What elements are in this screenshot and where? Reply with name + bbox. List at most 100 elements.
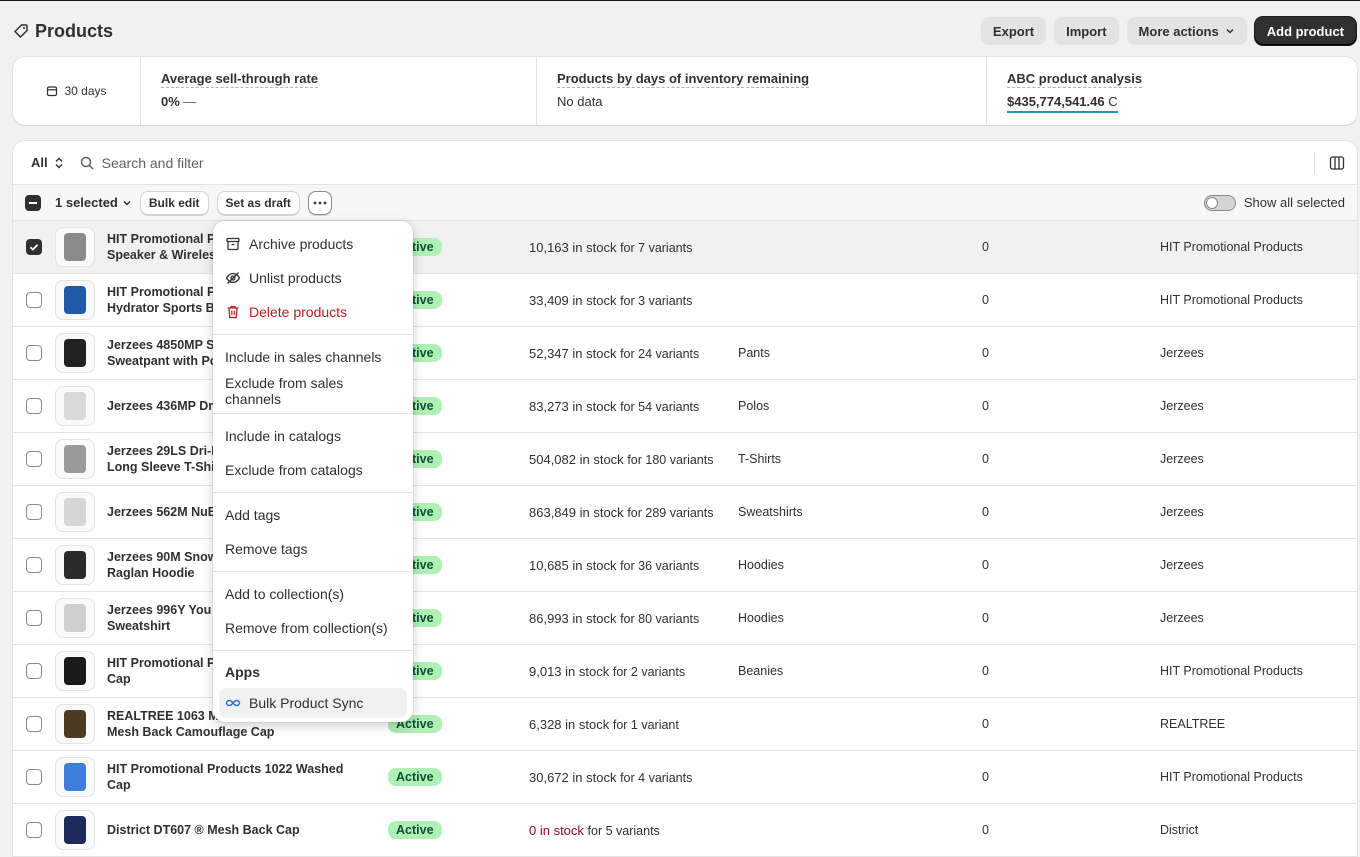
product-thumbnail[interactable] [55,227,95,267]
product-type: Sweatshirts [738,505,803,519]
abc-analysis-metric[interactable]: ABC product analysis $435,774,541.46 C [987,57,1357,125]
unlist-products-item[interactable]: Unlist products [219,261,407,295]
remove-from-collection-item[interactable]: Remove from collection(s) [219,611,407,645]
archive-products-item[interactable]: Archive products [219,227,407,261]
period-selector[interactable]: 30 days [13,57,141,125]
selected-count-dropdown[interactable]: 1 selected [55,195,132,210]
vendor: HIT Promotional Products [1160,664,1303,678]
more-actions-button[interactable]: More actions [1126,17,1247,45]
row-checkbox[interactable] [26,610,42,626]
vendor: Jerzees [1160,399,1204,413]
row-checkbox[interactable] [26,398,42,414]
inventory-cell: 33,409 in stock for 3 variants [529,292,693,308]
product-thumbnail[interactable] [55,810,95,850]
inventory-cell: 9,013 in stock for 2 variants [529,663,686,679]
product-name[interactable]: District DT607 ® Mesh Back Cap [107,822,367,838]
product-thumbnail[interactable] [55,598,95,638]
days-inventory-value: No data [557,94,603,109]
delete-products-item[interactable]: Delete products [219,295,407,329]
status-badge: Active [388,821,442,839]
inventory-cell: 504,082 in stock for 180 variants [529,451,714,467]
product-thumbnail[interactable] [55,333,95,373]
bulk-edit-button[interactable]: Bulk edit [139,190,209,215]
delete-products-label: Delete products [249,304,348,320]
sort-arrows-icon [55,157,63,168]
tag-icon [14,24,28,38]
row-checkbox[interactable] [26,822,42,838]
product-type: Beanies [738,664,784,678]
columns-button[interactable] [1314,151,1345,174]
product-thumbnail[interactable] [55,386,95,426]
columns-icon [1329,155,1345,170]
row-checkbox[interactable] [26,769,42,785]
row-checkbox[interactable] [26,663,42,679]
abc-label: ABC product analysis [1007,71,1143,88]
chevron-down-icon [123,200,131,206]
add-to-collection-item[interactable]: Add to collection(s) [219,577,407,611]
bulk-product-sync-item[interactable]: Bulk Product Sync [219,688,407,718]
search-placeholder: Search and filter [101,154,204,171]
view-tab-label: All [31,155,48,170]
product-thumbnail[interactable] [55,280,95,320]
product-thumbnail[interactable] [55,439,95,479]
inventory-cell: 0 in stock for 5 variants [529,822,660,838]
select-all-checkbox[interactable] [25,194,41,211]
toggle-switch[interactable] [1203,194,1236,211]
sales-channels-count: 0 [982,823,989,837]
vendor: District [1160,823,1199,837]
exclude-catalogs-item[interactable]: Exclude from catalogs [219,453,407,487]
archive-icon [226,237,240,251]
vendor: Jerzees [1160,346,1204,360]
inventory-cell: 10,685 in stock for 36 variants [529,557,700,573]
product-thumbnail[interactable] [55,704,95,744]
product-thumbnail[interactable] [55,757,95,797]
show-all-selected-toggle[interactable]: Show all selected [1203,194,1345,211]
row-checkbox[interactable] [26,239,42,255]
sales-channels-count: 0 [982,558,989,572]
row-checkbox[interactable] [26,451,42,467]
analytics-bar: 30 days Average sell-through rate 0% — P… [13,57,1357,125]
inventory-cell: 86,993 in stock for 80 variants [529,610,700,626]
sales-channels-count: 0 [982,293,989,307]
exclude-sales-channels-item[interactable]: Exclude from sales channels [219,374,407,408]
row-checkbox[interactable] [26,292,42,308]
inventory-cell: 52,347 in stock for 24 variants [529,345,700,361]
menu-divider [213,492,413,493]
table-row[interactable]: District DT607 ® Mesh Back Cap Active 0 in… [13,804,1357,857]
view-selector[interactable]: All [25,151,70,174]
sales-channels-count: 0 [982,664,989,678]
remove-tags-item[interactable]: Remove tags [219,532,407,566]
product-thumbnail[interactable] [55,651,95,691]
menu-divider [213,413,413,414]
vendor: Jerzees [1160,558,1204,572]
eye-off-icon [225,272,241,284]
add-tags-item[interactable]: Add tags [219,498,407,532]
sell-through-trend: — [183,94,197,109]
row-checkbox[interactable] [26,557,42,573]
product-thumbnail[interactable] [55,492,95,532]
add-product-button[interactable]: Add product [1254,17,1356,45]
sell-through-metric[interactable]: Average sell-through rate 0% — [141,57,537,125]
include-sales-channels-item[interactable]: Include in sales channels [219,340,407,374]
vendor: Jerzees [1160,505,1204,519]
row-checkbox[interactable] [26,504,42,520]
row-checkbox[interactable] [26,345,42,361]
more-bulk-actions-button[interactable] [307,190,332,215]
sales-channels-count: 0 [982,240,989,254]
set-draft-button[interactable]: Set as draft [216,190,300,215]
calendar-icon [47,86,58,97]
table-row[interactable]: HIT Promotional Products 1022 Washed Cap… [13,751,1357,804]
product-name[interactable]: HIT Promotional Products 1022 Washed Cap [107,761,367,793]
row-checkbox[interactable] [26,716,42,732]
search-filter[interactable]: Search and filter [80,155,204,171]
vendor: HIT Promotional Products [1160,293,1303,307]
export-button[interactable]: Export [980,17,1047,45]
sell-through-value: 0% [161,94,180,109]
days-inventory-metric[interactable]: Products by days of inventory remaining … [537,57,987,125]
product-thumbnail[interactable] [55,545,95,585]
sell-through-label: Average sell-through rate [161,71,319,88]
import-button[interactable]: Import [1054,17,1119,45]
sales-channels-count: 0 [982,399,989,413]
bulk-actions-bar: 1 selected Bulk edit Set as draft Show a… [13,185,1357,221]
include-catalogs-item[interactable]: Include in catalogs [219,419,407,453]
